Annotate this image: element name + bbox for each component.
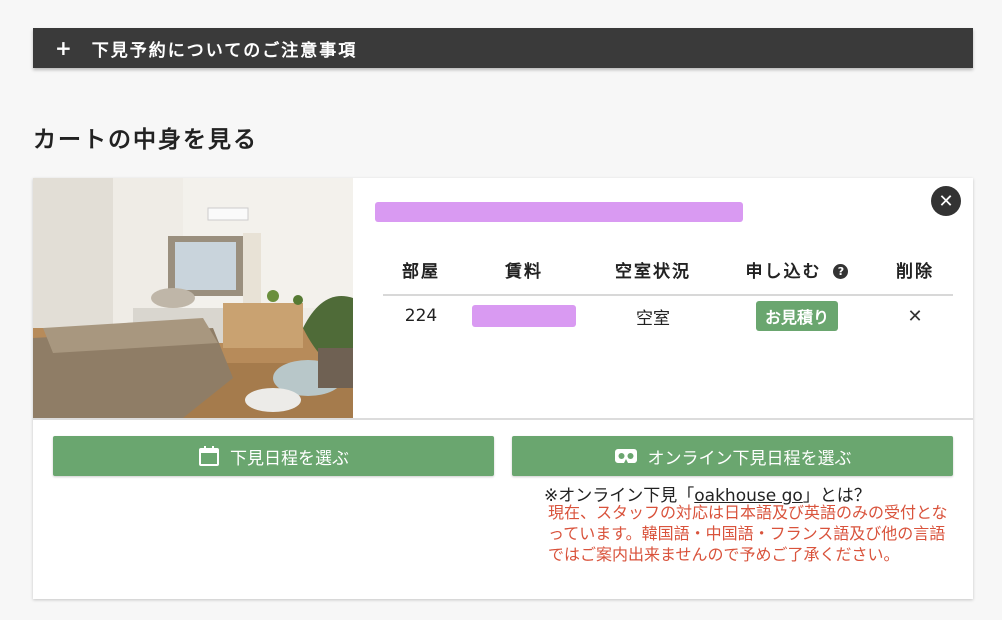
- close-icon[interactable]: ✕: [931, 186, 961, 216]
- property-title-redacted: [375, 202, 743, 222]
- notice-label: 下見予約についてのご注意事項: [91, 40, 358, 61]
- room-photo: [33, 178, 353, 418]
- card-divider: [33, 418, 973, 420]
- apply-cell: お見積り: [717, 301, 877, 331]
- section-title: カートの中身を見る: [33, 127, 258, 153]
- calendar-icon: [199, 446, 219, 466]
- header-rent: 賃料: [505, 261, 543, 282]
- schedule-viewing-button[interactable]: 下見日程を選ぶ: [53, 436, 494, 476]
- header-delete: 削除: [896, 261, 934, 282]
- room-number: 224: [404, 306, 438, 326]
- help-icon[interactable]: ?: [833, 264, 849, 279]
- online-viewing-label: オンライン下見日程を選ぶ: [647, 448, 852, 469]
- online-viewing-button[interactable]: オンライン下見日程を選ぶ: [512, 436, 953, 476]
- delete-icon[interactable]: ✕: [907, 306, 922, 327]
- vr-headset-icon: [614, 449, 637, 463]
- header-room: 部屋: [402, 261, 440, 282]
- header-apply: 申し込む ?: [717, 257, 877, 282]
- table-header: 部屋 賃料 空室状況 申し込む ? 削除: [383, 244, 953, 296]
- delete-cell: ✕: [877, 306, 953, 327]
- schedule-viewing-label: 下見日程を選ぶ: [230, 448, 349, 469]
- header-apply-label: 申し込む: [745, 261, 822, 282]
- rent-redacted: [472, 305, 576, 327]
- cart-item-card: ✕ 部屋 賃料 空室状況 申し込む ? 削除 224 空室 お見積り ✕ 下見日…: [33, 178, 973, 599]
- rent-cell: [459, 305, 589, 327]
- table-row: 224 空室 お見積り ✕: [383, 296, 953, 336]
- notice-accordion[interactable]: + 下見予約についてのご注意事項: [33, 28, 973, 68]
- language-warning: 現在、スタッフの対応は日本語及び英語のみの受付となっています。韓国語・中国語・フ…: [548, 503, 948, 564]
- vacancy-status: 空室: [636, 308, 670, 329]
- header-status: 空室状況: [615, 261, 691, 282]
- plus-icon: +: [55, 36, 74, 60]
- quote-button[interactable]: お見積り: [755, 301, 838, 331]
